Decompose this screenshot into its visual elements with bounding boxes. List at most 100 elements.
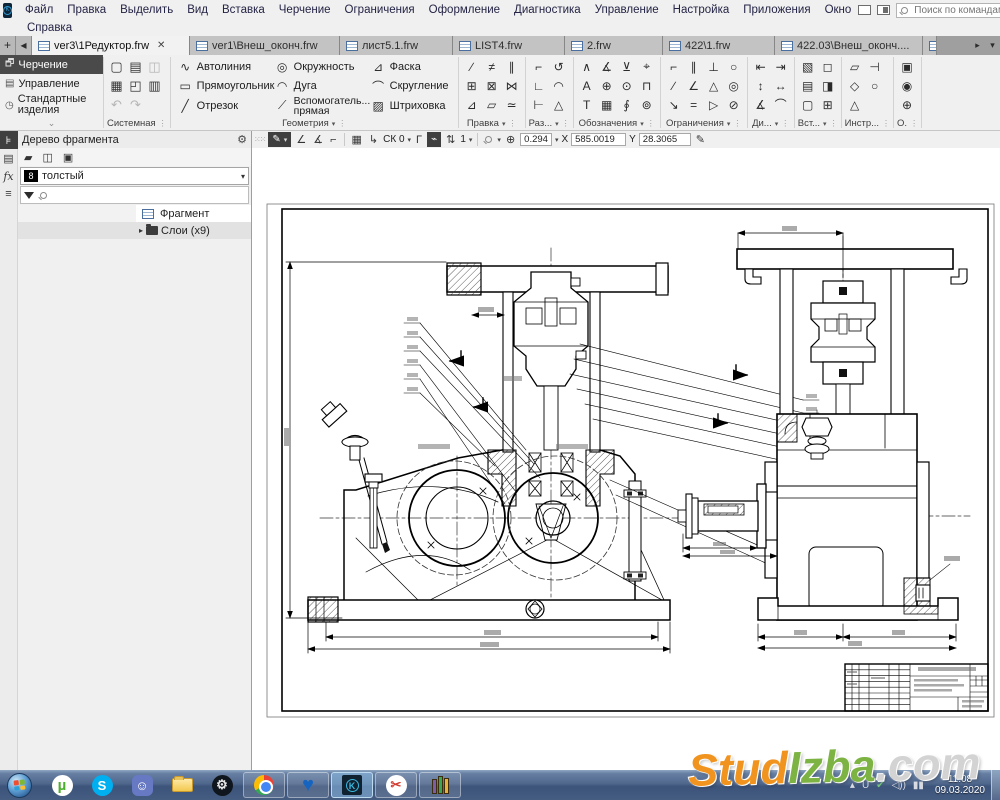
tool-icon[interactable]: ▢: [798, 95, 818, 114]
snipping-tool-taskbar-button[interactable]: ✂: [375, 772, 417, 798]
tool-icon[interactable]: ◇: [845, 76, 865, 95]
tab-scroll-right-icon[interactable]: ▸: [970, 36, 985, 55]
tool-icon[interactable]: ∟: [529, 76, 549, 95]
command-search[interactable]: [896, 3, 1000, 18]
tab-list-icon[interactable]: ▾: [985, 36, 1000, 55]
tool-icon[interactable]: ▦: [597, 95, 617, 114]
tool-icon[interactable]: ▱: [845, 57, 865, 76]
tool-icon[interactable]: ⊿: [462, 95, 482, 114]
tab-list51[interactable]: лист5.1.frw: [340, 36, 453, 55]
expand-arrow-icon[interactable]: ▸: [136, 226, 146, 235]
menu-select[interactable]: Выделить: [113, 0, 180, 20]
zoom-tool-dropdown-icon[interactable]: ▾: [497, 136, 501, 144]
tree-item-fragment[interactable]: Фрагмент: [18, 205, 251, 222]
polyline-mode-button[interactable]: ⌁: [427, 132, 441, 147]
tool-icon[interactable]: ⊢: [529, 95, 549, 114]
tool-icon[interactable]: ⊙: [617, 76, 637, 95]
tool-icon[interactable]: ∡: [597, 57, 617, 76]
menu-constraints[interactable]: Ограничения: [338, 0, 422, 20]
grid-toggle-icon[interactable]: ▦: [350, 133, 364, 146]
tool-icon[interactable]: A: [577, 76, 597, 95]
tool-icon[interactable]: ▣: [897, 57, 917, 76]
show-desktop-button[interactable]: [991, 770, 1000, 800]
print-icon[interactable]: ▦: [107, 76, 126, 95]
tool-icon[interactable]: ○: [724, 57, 744, 76]
layer-value[interactable]: 1: [460, 134, 466, 145]
tool-icon[interactable]: ⇤: [751, 57, 771, 76]
zoom-tool-icon[interactable]: [483, 134, 494, 146]
tool-icon[interactable]: △: [549, 95, 569, 114]
line-style-dropdown[interactable]: 8 толстый ▾: [20, 167, 249, 185]
x-coordinate-field[interactable]: 585.0019: [571, 133, 626, 146]
tool-icon[interactable]: ▱: [482, 95, 502, 114]
explorer-taskbar-icon[interactable]: [162, 771, 202, 799]
tool-icon[interactable]: ∕: [664, 76, 684, 95]
new-tab-button[interactable]: +: [0, 36, 16, 55]
tool-icon[interactable]: ⊕: [897, 95, 917, 114]
tool-icon[interactable]: ▤: [798, 76, 818, 95]
layer-set-icon[interactable]: ◫: [42, 151, 52, 164]
tool-icon[interactable]: △: [704, 76, 724, 95]
perpendicular-snap-icon[interactable]: ∠: [294, 133, 308, 146]
drag-grip-icon[interactable]: ⁙⁙: [254, 135, 265, 144]
tool-icon[interactable]: ◨: [818, 76, 838, 95]
tool-icon[interactable]: ⌐: [664, 57, 684, 76]
corner-mode-icon[interactable]: Γ: [414, 134, 424, 146]
tool-icon[interactable]: =: [684, 95, 704, 114]
pen-icon[interactable]: ✎: [694, 133, 707, 146]
tool-icon[interactable]: ◠: [549, 76, 569, 95]
tool-icon[interactable]: ⊕: [597, 76, 617, 95]
tool-construction-line[interactable]: ⟋Вспомогатель... прямая: [271, 96, 367, 116]
menu-view[interactable]: Вид: [180, 0, 215, 20]
tab-reduktor[interactable]: ver3\1Редуктор.frw✕: [32, 36, 190, 55]
menu-diagnostics[interactable]: Диагностика: [507, 0, 588, 20]
tool-icon[interactable]: ⊥: [704, 57, 724, 76]
save-icon[interactable]: ◫: [145, 57, 164, 76]
cs-dropdown-icon[interactable]: ▾: [408, 136, 412, 144]
ortho-snap-icon[interactable]: ⌐: [328, 134, 338, 146]
tool-icon[interactable]: ⇥: [771, 57, 791, 76]
tool-icon[interactable]: ⌐: [529, 57, 549, 76]
tool-icon[interactable]: ⌒: [771, 95, 791, 114]
tool-chamfer[interactable]: ⊿Фаска: [367, 57, 455, 77]
preview-icon[interactable]: ◰: [126, 76, 145, 95]
menu-layout[interactable]: Оформление: [422, 0, 507, 20]
modes-collapse-icon[interactable]: ⌄: [0, 118, 103, 130]
tool-icon[interactable]: ⊣: [865, 57, 885, 76]
image-icon[interactable]: ▣: [63, 151, 73, 164]
snaps-button[interactable]: ✎▾: [268, 132, 291, 147]
tool-icon[interactable]: ⋈: [502, 76, 522, 95]
tool-icon[interactable]: ○: [865, 76, 885, 95]
tab-list4[interactable]: LIST4.frw: [453, 36, 565, 55]
mode-management[interactable]: ▤Управление: [0, 74, 103, 93]
winrar-taskbar-button[interactable]: [419, 772, 461, 798]
layer-icon[interactable]: ⇅: [444, 133, 457, 146]
tool-icon[interactable]: ⊠: [482, 76, 502, 95]
start-button[interactable]: [7, 773, 32, 798]
steam-taskbar-icon[interactable]: ⚙: [202, 771, 242, 799]
angle-snap-icon[interactable]: ∡: [311, 133, 325, 146]
chrome-taskbar-button[interactable]: [243, 772, 285, 798]
y-coordinate-field[interactable]: 28.3065: [639, 133, 691, 146]
tab-422-1[interactable]: 422\1.frw: [663, 36, 775, 55]
line-style-icon[interactable]: ▰: [24, 151, 32, 164]
menu-edit[interactable]: Правка: [60, 0, 113, 20]
tool-fillet[interactable]: ⌒Скругление: [367, 77, 455, 97]
tool-rectangle[interactable]: ▭Прямоугольник: [174, 77, 271, 97]
tool-autoline[interactable]: ∿Автолиния: [174, 57, 271, 77]
tool-icon[interactable]: ≠: [482, 57, 502, 76]
tool-icon[interactable]: ⊻: [617, 57, 637, 76]
zoom-value[interactable]: 0.294: [520, 133, 552, 146]
utorrent-taskbar-icon[interactable]: µ: [42, 771, 82, 799]
tree-item-layers[interactable]: ▸ Слои (x9): [18, 222, 251, 239]
tool-icon[interactable]: ↕: [751, 76, 771, 95]
tool-icon[interactable]: T: [577, 95, 597, 114]
menu-insert[interactable]: Вставка: [215, 0, 272, 20]
tool-icon[interactable]: ↘: [664, 95, 684, 114]
drawing-canvas[interactable]: [252, 148, 1000, 770]
tab-2frw[interactable]: 2.frw: [565, 36, 663, 55]
tool-icon[interactable]: ↔: [771, 76, 791, 95]
mode-drawing[interactable]: 🗗Черчение: [0, 55, 103, 74]
zoom-scale-icon[interactable]: ⊕: [504, 133, 517, 146]
tool-icon[interactable]: ∥: [684, 57, 704, 76]
